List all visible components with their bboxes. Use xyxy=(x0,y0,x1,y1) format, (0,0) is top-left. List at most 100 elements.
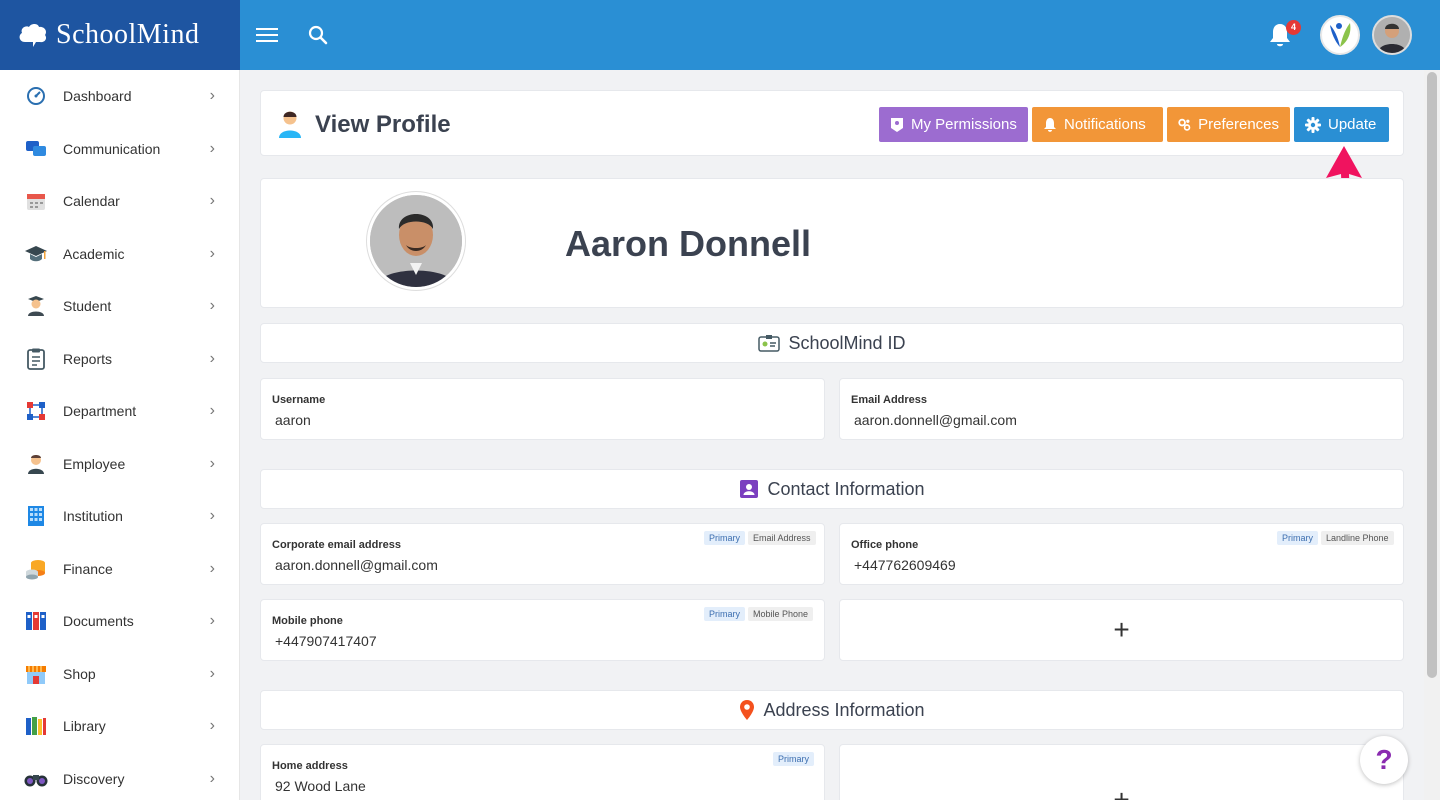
sidebar-item-label: Documents xyxy=(63,613,134,630)
primary-tag: Primary xyxy=(773,752,814,766)
id-card-icon xyxy=(758,334,781,352)
sidebar-item-finance[interactable]: Finance › xyxy=(0,543,239,596)
primary-tag: Primary xyxy=(704,607,745,621)
chevron-right-icon: › xyxy=(209,769,215,787)
sidebar-item-shop[interactable]: Shop › xyxy=(0,648,239,701)
profile-name: Aaron Donnell xyxy=(565,223,812,264)
map-pin-icon xyxy=(739,699,755,721)
clipboard-icon xyxy=(24,347,48,371)
field-label: Office phone xyxy=(851,539,919,551)
chevron-right-icon: › xyxy=(209,87,215,105)
coins-icon xyxy=(24,557,48,581)
binders-icon xyxy=(24,609,48,633)
field-value: +447762609469 xyxy=(854,557,956,573)
button-label: Notifications xyxy=(1064,116,1146,133)
brain-logo-icon xyxy=(19,24,47,47)
employee-icon xyxy=(24,452,48,476)
chevron-right-icon: › xyxy=(209,717,215,735)
sidebar-item-label: Academic xyxy=(63,245,125,262)
email-address-field: Email Address aaron.donnell@gmail.com xyxy=(839,378,1404,440)
gear-icon xyxy=(1305,116,1321,133)
person-icon xyxy=(277,109,303,144)
sidebar-item-discovery[interactable]: Discovery › xyxy=(0,753,239,800)
add-address-button[interactable]: + xyxy=(839,744,1404,800)
notification-count-badge: 4 xyxy=(1286,20,1301,35)
field-label: Email Address xyxy=(851,394,928,406)
chevron-right-icon: › xyxy=(209,454,215,472)
student-icon xyxy=(24,294,48,318)
sidebar-item-label: Institution xyxy=(63,508,123,525)
sidebar-item-label: Finance xyxy=(63,560,113,577)
page-header: View Profile My Permissions Notification… xyxy=(260,90,1404,156)
chevron-right-icon: › xyxy=(209,559,215,577)
profile-avatar[interactable] xyxy=(367,192,465,290)
shop-icon xyxy=(24,662,48,686)
type-tag: Mobile Phone xyxy=(748,607,814,621)
section-title: Address Information xyxy=(763,699,925,720)
mobile-phone-field: Primary Mobile Phone Mobile phone +44790… xyxy=(260,599,825,661)
add-contact-button[interactable]: + xyxy=(839,599,1404,661)
field-label: Home address xyxy=(272,760,348,772)
preferences-button[interactable]: Preferences xyxy=(1167,107,1290,142)
sidebar-item-label: Dashboard xyxy=(63,88,132,105)
field-value: aaron.donnell@gmail.com xyxy=(275,557,438,573)
sidebar-item-label: Calendar xyxy=(63,193,120,210)
help-button[interactable]: ? xyxy=(1360,736,1408,784)
sidebar-item-library[interactable]: Library › xyxy=(0,700,239,753)
sidebar-item-documents[interactable]: Documents › xyxy=(0,595,239,648)
chevron-right-icon: › xyxy=(209,139,215,157)
sidebar-item-department[interactable]: Department › xyxy=(0,385,239,438)
plus-icon: + xyxy=(1113,784,1130,800)
org-chart-icon xyxy=(24,399,48,423)
sidebar-item-employee[interactable]: Employee › xyxy=(0,438,239,491)
office-phone-field: Primary Landline Phone Office phone +447… xyxy=(839,523,1404,585)
logo-bar[interactable]: SchoolMind xyxy=(0,0,240,70)
hamburger-menu-icon[interactable] xyxy=(256,24,278,46)
sidebar-item-label: Reports xyxy=(63,350,113,367)
chevron-right-icon: › xyxy=(209,192,215,210)
type-tag: Landline Phone xyxy=(1321,531,1394,545)
sidebar-item-student[interactable]: Student › xyxy=(0,280,239,333)
field-label: Corporate email address xyxy=(272,539,401,551)
username-field: Username aaron xyxy=(260,378,825,440)
sidebar-item-calendar[interactable]: Calendar › xyxy=(0,175,239,228)
page-title: View Profile xyxy=(315,111,451,138)
field-value: aaron xyxy=(275,412,311,428)
my-permissions-button[interactable]: My Permissions xyxy=(879,107,1028,142)
update-button[interactable]: Update xyxy=(1294,107,1389,142)
sidebar-item-label: Discovery xyxy=(63,770,125,787)
section-title: Contact Information xyxy=(767,478,925,499)
chevron-right-icon: › xyxy=(209,402,215,420)
sidebar-item-academic[interactable]: Academic › xyxy=(0,228,239,281)
contact-information-section-header: Contact Information xyxy=(260,469,1404,509)
scrollbar-thumb[interactable] xyxy=(1427,72,1437,678)
type-tag: Email Address xyxy=(748,531,816,545)
chevron-right-icon: › xyxy=(209,664,215,682)
school-logo-icon[interactable] xyxy=(1320,15,1360,55)
sidebar-item-label: Employee xyxy=(63,455,126,472)
schoolmind-id-section-header: SchoolMind ID xyxy=(260,323,1404,363)
sidebar-item-reports[interactable]: Reports › xyxy=(0,333,239,386)
books-icon xyxy=(24,714,48,738)
user-avatar[interactable] xyxy=(1372,15,1412,55)
sidebar-item-dashboard[interactable]: Dashboard › xyxy=(0,70,239,123)
search-icon[interactable] xyxy=(308,25,328,50)
chevron-right-icon: › xyxy=(209,507,215,525)
notifications-button[interactable]: Notifications xyxy=(1032,107,1163,142)
sidebar-item-label: Student xyxy=(63,298,112,315)
sidebar-item-label: Library xyxy=(63,718,106,735)
home-address-field: Primary Home address 92 Wood Lane xyxy=(260,744,825,800)
corporate-email-field: Primary Email Address Corporate email ad… xyxy=(260,523,825,585)
sidebar-item-institution[interactable]: Institution › xyxy=(0,490,239,543)
sidebar-item-label: Communication xyxy=(63,140,161,157)
field-label: Mobile phone xyxy=(272,615,343,627)
badge-icon xyxy=(891,117,903,132)
graduation-cap-icon xyxy=(24,242,48,266)
building-icon xyxy=(24,504,48,528)
field-value: +447907417407 xyxy=(275,633,377,649)
sidebar-item-communication[interactable]: Communication › xyxy=(0,123,239,176)
field-label: Username xyxy=(272,394,326,406)
button-label: Update xyxy=(1328,116,1377,133)
contact-card-icon xyxy=(739,479,759,499)
sidebar-item-label: Department xyxy=(63,403,137,420)
